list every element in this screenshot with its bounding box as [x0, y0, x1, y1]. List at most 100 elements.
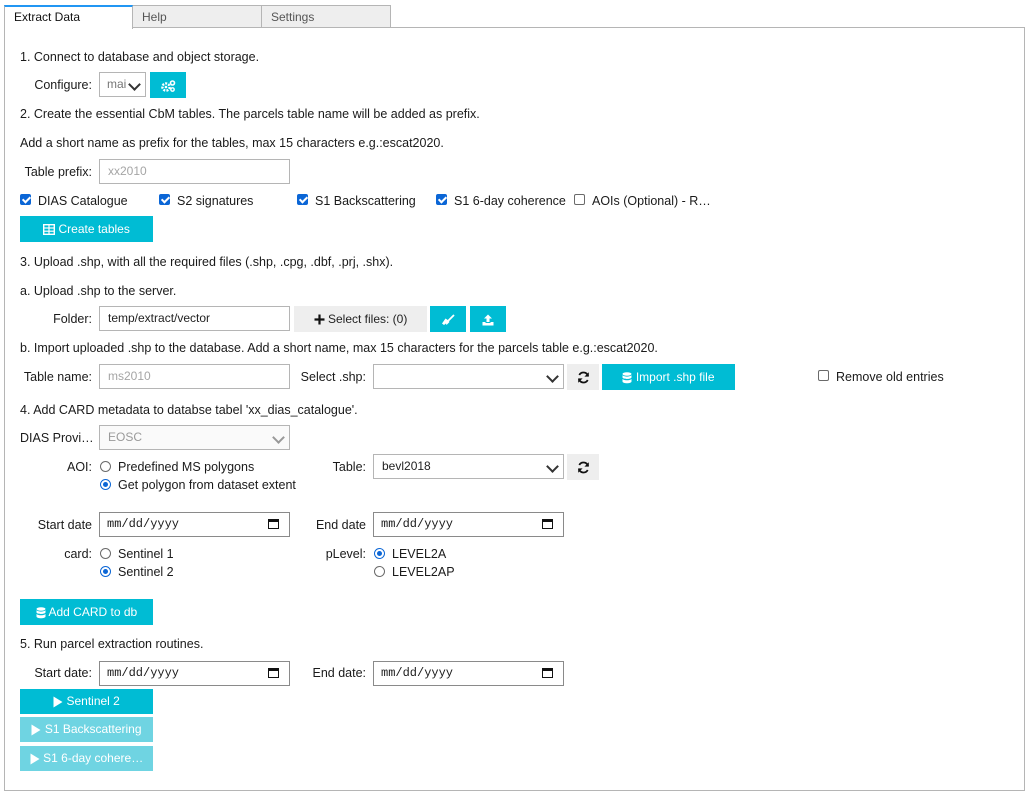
run-start-date-input[interactable]: mm/dd/yyyy — [99, 661, 290, 686]
run-end-date-label: End date: — [312, 666, 366, 680]
table-value: bevl2018 — [382, 459, 431, 473]
s2-signatures-checkbox[interactable] — [159, 194, 170, 205]
step4-title: 4. Add CARD metadata to databse tabel 'x… — [20, 403, 358, 417]
create-tables-button[interactable]: Create tables — [20, 216, 153, 242]
play-icon — [53, 696, 63, 708]
refresh-icon — [577, 371, 589, 384]
chevron-down-icon — [546, 460, 559, 473]
calendar-icon[interactable] — [268, 519, 279, 529]
run-s1-coherence-button[interactable]: S1 6-day cohere… — [20, 746, 153, 771]
database-icon — [622, 372, 632, 384]
date-placeholder: mm/dd/yyyy — [107, 517, 180, 531]
run-s1-coherence-label: S1 6-day cohere… — [43, 751, 144, 765]
configure-value: mai — [107, 77, 127, 91]
upload-icon — [482, 314, 494, 326]
step3-sub-a: a. Upload .shp to the server. — [20, 284, 177, 298]
aoi-extent-label: Get polygon from dataset extent — [118, 478, 296, 492]
calendar-icon[interactable] — [268, 668, 279, 678]
dias-provider-value: EOSC — [108, 430, 143, 444]
aoi-predefined-radio[interactable] — [100, 461, 111, 472]
calendar-icon[interactable] — [542, 519, 553, 529]
configure-button[interactable] — [150, 72, 186, 98]
run-sentinel2-button[interactable]: Sentinel 2 — [20, 689, 153, 714]
tab-extract-data[interactable]: Extract Data — [4, 5, 133, 29]
refresh-shp-button[interactable] — [567, 364, 599, 390]
select-shp-dropdown[interactable] — [373, 364, 564, 389]
plevel-level2ap-label: LEVEL2AP — [392, 565, 455, 579]
dias-provider-label: DIAS Provi… — [20, 431, 94, 445]
aois-checkbox[interactable] — [574, 194, 585, 205]
chevron-down-icon — [128, 78, 141, 91]
play-icon — [31, 724, 41, 736]
run-sentinel2-label: Sentinel 2 — [66, 694, 120, 708]
broom-icon — [442, 314, 455, 325]
upload-button[interactable] — [470, 306, 506, 332]
s1-coherence-label: S1 6-day coherence — [454, 194, 566, 208]
chevron-down-icon — [546, 370, 559, 383]
aois-label: AOIs (Optional) - R… — [592, 194, 711, 208]
s1-coherence-checkbox[interactable] — [436, 194, 447, 205]
card-sentinel2-label: Sentinel 2 — [118, 565, 174, 579]
table-select[interactable]: bevl2018 — [373, 454, 564, 479]
import-shp-button[interactable]: Import .shp file — [602, 364, 735, 390]
tab-label: Settings — [271, 10, 315, 24]
s1-backscattering-checkbox[interactable] — [297, 194, 308, 205]
s1-backscattering-label: S1 Backscattering — [315, 194, 416, 208]
add-card-label: Add CARD to db — [48, 605, 138, 619]
remove-old-label: Remove old entries — [836, 370, 944, 384]
run-end-date-input[interactable]: mm/dd/yyyy — [373, 661, 564, 686]
table-icon — [43, 224, 56, 236]
tab-help[interactable]: Help — [132, 5, 262, 27]
aoi-extent-radio[interactable] — [100, 479, 111, 490]
step5-title: 5. Run parcel extraction routines. — [20, 637, 204, 651]
select-files-label: Select files: (0) — [327, 312, 408, 326]
card-start-date-input[interactable]: mm/dd/yyyy — [99, 512, 290, 537]
folder-input[interactable]: temp/extract/vector — [99, 306, 290, 331]
configure-select[interactable]: mai — [99, 72, 146, 97]
select-files-button[interactable]: Select files: (0) — [294, 306, 427, 332]
s2-signatures-label: S2 signatures — [177, 194, 254, 208]
select-shp-label: Select .shp: — [300, 370, 366, 384]
tab-label: Help — [142, 10, 167, 24]
step1-title: 1. Connect to database and object storag… — [20, 50, 260, 64]
tab-label: Extract Data — [14, 10, 81, 24]
refresh-table-button[interactable] — [567, 454, 599, 480]
run-start-date-label: Start date: — [34, 666, 92, 680]
tab-settings[interactable]: Settings — [261, 5, 391, 27]
table-prefix-label: Table prefix: — [24, 165, 92, 179]
remove-old-checkbox[interactable] — [818, 370, 829, 381]
dias-catalogue-checkbox[interactable] — [20, 194, 31, 205]
run-s1-backscattering-button[interactable]: S1 Backscattering — [20, 717, 153, 742]
step2-hint: Add a short name as prefix for the table… — [20, 136, 444, 150]
plevel-level2ap-radio[interactable] — [374, 566, 385, 577]
import-shp-label: Import .shp file — [635, 370, 715, 384]
clear-files-button[interactable] — [430, 306, 466, 332]
card-end-date-input[interactable]: mm/dd/yyyy — [373, 512, 564, 537]
refresh-icon — [577, 461, 589, 474]
plevel-label: pLevel: — [325, 547, 366, 561]
plus-icon — [314, 314, 325, 325]
table-label: Table: — [332, 460, 366, 474]
aoi-label: AOI: — [66, 460, 92, 474]
add-card-button[interactable]: Add CARD to db — [20, 599, 153, 625]
table-name-input[interactable]: ms2010 — [99, 364, 290, 389]
date-placeholder: mm/dd/yyyy — [381, 666, 454, 680]
date-placeholder: mm/dd/yyyy — [381, 517, 454, 531]
chevron-down-icon — [272, 431, 285, 444]
step3-title: 3. Upload .shp, with all the required fi… — [20, 255, 394, 269]
table-name-label: Table name: — [23, 370, 92, 384]
plevel-level2a-radio[interactable] — [374, 548, 385, 559]
dias-provider-select[interactable]: EOSC — [99, 425, 290, 450]
card-end-date-label: End date — [315, 518, 366, 532]
calendar-icon[interactable] — [542, 668, 553, 678]
card-sentinel1-label: Sentinel 1 — [118, 547, 174, 561]
database-icon — [36, 607, 46, 619]
card-sentinel2-radio[interactable] — [100, 566, 111, 577]
card-sentinel1-radio[interactable] — [100, 548, 111, 559]
folder-label: Folder: — [53, 312, 92, 326]
table-prefix-input[interactable]: xx2010 — [99, 159, 290, 184]
gears-icon — [161, 80, 176, 92]
configure-label: Configure: — [34, 78, 92, 92]
step3-sub-b: b. Import uploaded .shp to the database.… — [20, 341, 658, 355]
card-label: card: — [64, 547, 92, 561]
